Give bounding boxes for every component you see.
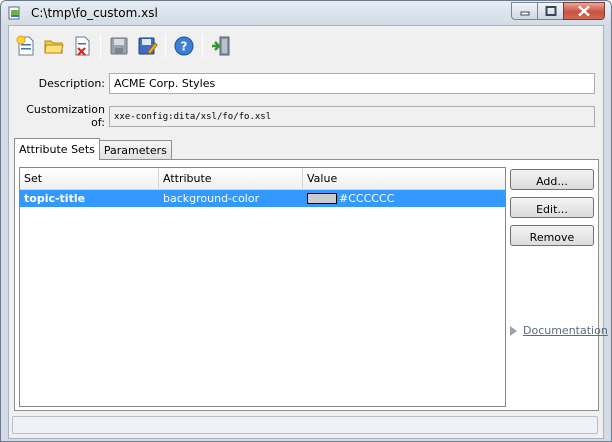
customization-row: Customization of: bbox=[13, 103, 595, 129]
table-header: Set Attribute Value bbox=[20, 168, 505, 190]
column-header-attribute[interactable]: Attribute bbox=[159, 168, 303, 189]
description-input[interactable] bbox=[109, 73, 595, 94]
help-icon: ? bbox=[174, 36, 194, 56]
cell-attribute: background-color bbox=[163, 192, 260, 205]
customization-field[interactable] bbox=[109, 105, 595, 127]
minimize-icon bbox=[520, 11, 529, 16]
save-button[interactable] bbox=[105, 32, 133, 60]
new-document-icon bbox=[16, 35, 34, 56]
description-row: Description: bbox=[13, 73, 595, 94]
add-button[interactable]: Add... bbox=[510, 169, 594, 190]
close-icon bbox=[578, 5, 590, 17]
save-icon bbox=[110, 37, 128, 55]
app-window: C:\tmp\fo_custom.xsl ? Description: ACME… bbox=[0, 0, 612, 442]
attribute-sets-table[interactable]: Set Attribute Value topic-title backgrou… bbox=[19, 167, 506, 407]
toolbar-separator bbox=[100, 34, 101, 58]
exit-button[interactable] bbox=[207, 32, 235, 60]
tab-strip: Attribute Sets Parameters bbox=[14, 138, 172, 160]
window-controls bbox=[511, 2, 605, 20]
save-as-button[interactable] bbox=[133, 32, 161, 60]
column-header-value[interactable]: Value bbox=[303, 168, 505, 189]
documentation-link[interactable]: Documentation bbox=[510, 324, 608, 337]
close-button[interactable] bbox=[563, 2, 605, 20]
table-row[interactable]: topic-title background-color #CCCCCC bbox=[20, 190, 505, 207]
edit-button[interactable]: Edit... bbox=[510, 197, 594, 218]
tab-parameters[interactable]: Parameters bbox=[98, 140, 172, 160]
documentation-link-text: Documentation bbox=[523, 324, 608, 337]
description-label: Description: bbox=[38, 77, 105, 90]
cell-value-text: #CCCCCC bbox=[339, 192, 395, 205]
close-file-button[interactable] bbox=[68, 32, 96, 60]
exit-icon bbox=[212, 36, 230, 56]
tab-attribute-sets[interactable]: Attribute Sets bbox=[14, 138, 100, 160]
document-icon bbox=[8, 6, 20, 20]
svg-text:?: ? bbox=[181, 40, 188, 54]
color-swatch bbox=[307, 193, 337, 204]
help-button[interactable]: ? bbox=[170, 32, 198, 60]
open-folder-icon bbox=[44, 40, 64, 54]
toolbar: ? bbox=[12, 32, 235, 60]
title-bar[interactable]: C:\tmp\fo_custom.xsl bbox=[1, 1, 611, 25]
toolbar-separator bbox=[202, 34, 203, 58]
remove-button[interactable]: Remove bbox=[510, 225, 594, 246]
attribute-sets-panel: Set Attribute Value topic-title backgrou… bbox=[14, 159, 608, 411]
expand-triangle-icon bbox=[510, 325, 517, 336]
maximize-button[interactable] bbox=[537, 2, 563, 20]
toolbar-separator bbox=[165, 34, 166, 58]
minimize-button[interactable] bbox=[511, 2, 537, 20]
client-area: ? Description: Customization of: Attribu… bbox=[8, 25, 608, 439]
maximize-icon bbox=[545, 6, 556, 16]
window-title: C:\tmp\fo_custom.xsl bbox=[31, 6, 158, 20]
customization-label: Customization of: bbox=[26, 103, 105, 129]
column-header-set[interactable]: Set bbox=[20, 168, 159, 189]
status-bar bbox=[12, 416, 598, 434]
save-as-icon bbox=[138, 37, 158, 55]
close-document-icon bbox=[75, 36, 90, 56]
cell-set: topic-title bbox=[24, 192, 86, 205]
open-button[interactable] bbox=[40, 32, 68, 60]
new-button[interactable] bbox=[12, 32, 40, 60]
cell-value: #CCCCCC bbox=[303, 190, 505, 207]
